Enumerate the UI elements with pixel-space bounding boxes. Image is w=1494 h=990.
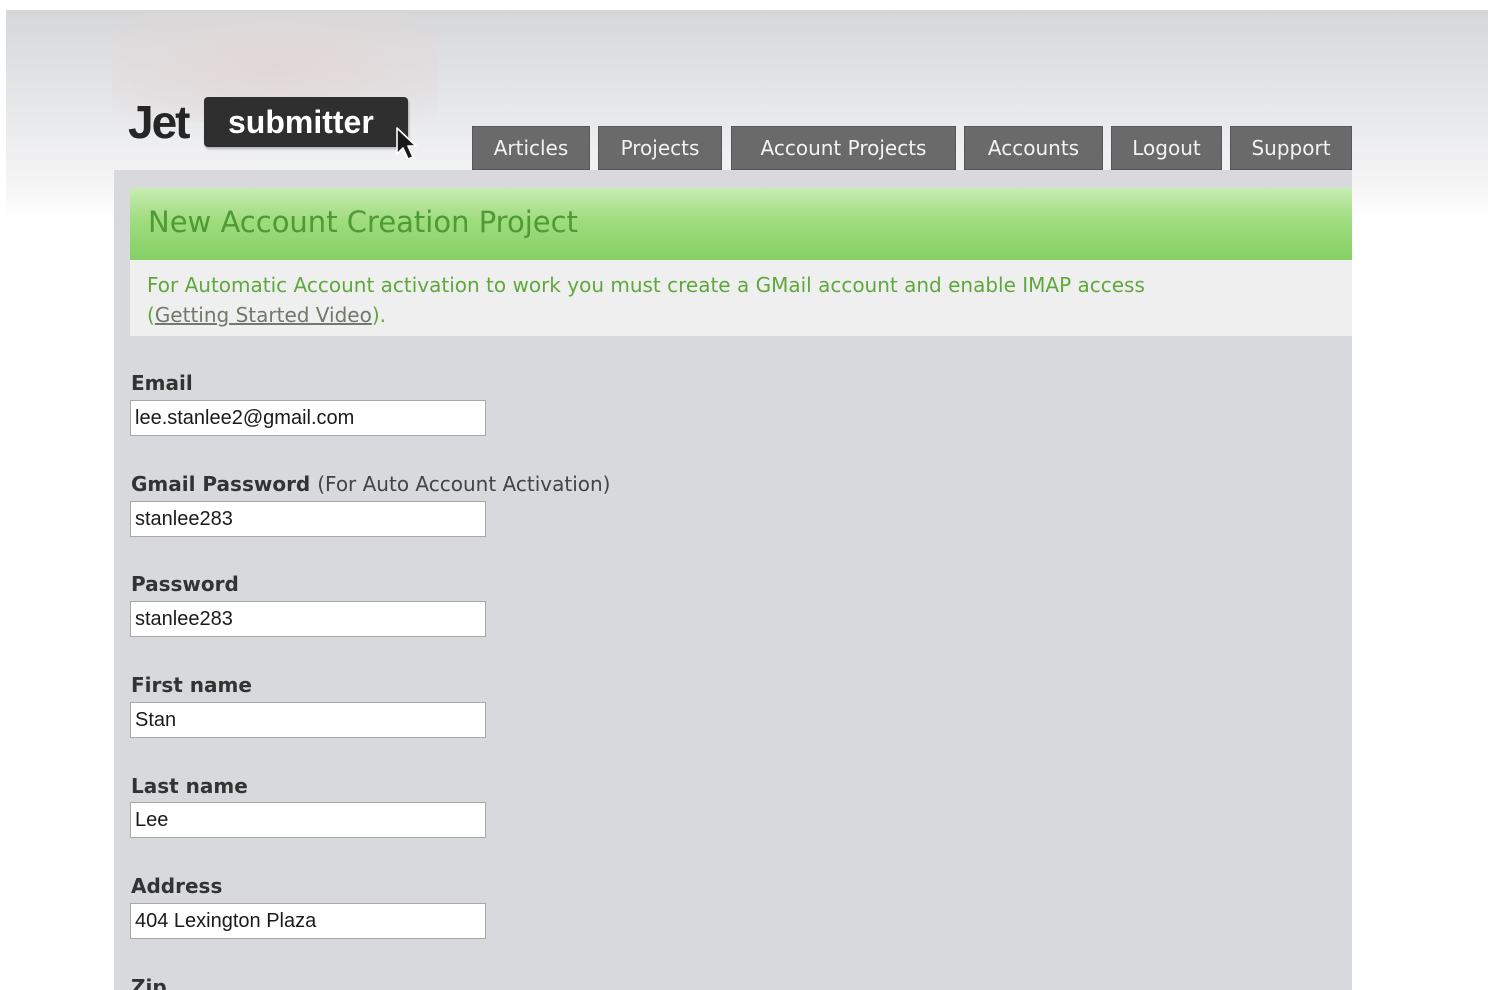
- notice-message: For Automatic Account activation to work…: [147, 273, 1145, 297]
- nav-tab-projects[interactable]: Projects: [598, 126, 722, 170]
- notice-text: For Automatic Account activation to work…: [147, 270, 1145, 330]
- notice-link-open-paren: (: [147, 303, 155, 327]
- last-name-label: Last name: [131, 772, 248, 800]
- gmail-password-label: Gmail Password (For Auto Account Activat…: [131, 470, 610, 498]
- address-label: Address: [131, 872, 222, 900]
- first-name-label: First name: [131, 671, 252, 699]
- notice-link-close-paren: ).: [371, 303, 387, 327]
- first-name-label-text: First name: [131, 673, 252, 697]
- jetsubmitter-logo[interactable]: Jet submitter: [128, 96, 428, 166]
- nav-tab-articles[interactable]: Articles: [472, 126, 590, 170]
- gmail-password-field[interactable]: [130, 501, 486, 537]
- title-bar: New Account Creation Project: [130, 188, 1352, 260]
- main-content: New Account Creation Project For Automat…: [114, 170, 1352, 990]
- password-field[interactable]: [130, 601, 486, 637]
- mouse-cursor-icon: [396, 127, 417, 160]
- nav-tab-accounts[interactable]: Accounts: [964, 126, 1103, 170]
- gmail-password-label-text: Gmail Password: [131, 472, 311, 496]
- imap-notice: For Automatic Account activation to work…: [130, 260, 1352, 336]
- last-name-field[interactable]: [130, 802, 486, 838]
- email-label: Email: [131, 369, 193, 397]
- nav-tab-support[interactable]: Support: [1230, 126, 1352, 170]
- address-label-text: Address: [131, 874, 223, 898]
- password-label: Password: [131, 570, 239, 598]
- page-title: New Account Creation Project: [148, 205, 578, 239]
- email-field[interactable]: [130, 400, 486, 436]
- logo-jet-text: Jet: [128, 96, 191, 148]
- password-label-text: Password: [131, 572, 239, 596]
- zip-label: Zip: [131, 973, 167, 990]
- address-field[interactable]: [130, 903, 486, 939]
- first-name-field[interactable]: [130, 702, 486, 738]
- nav-tab-account-projects[interactable]: Account Projects: [731, 126, 956, 170]
- nav-tab-logout[interactable]: Logout: [1111, 126, 1222, 170]
- getting-started-video-link[interactable]: Getting Started Video: [155, 303, 372, 327]
- last-name-label-text: Last name: [131, 774, 248, 798]
- gmail-password-note: (For Auto Account Activation): [317, 472, 611, 496]
- page-canvas: Jet submitter Articles Projects Account …: [0, 0, 1494, 990]
- zip-label-text: Zip: [131, 975, 167, 990]
- logo-submitter-text: submitter: [228, 104, 374, 140]
- email-label-text: Email: [131, 371, 193, 395]
